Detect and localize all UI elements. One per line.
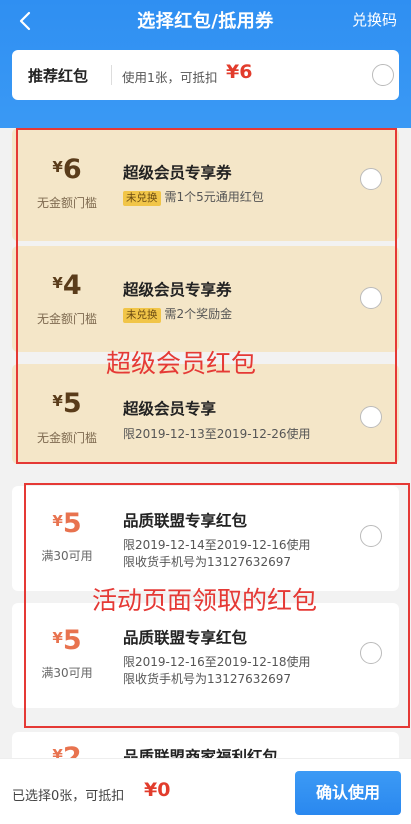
- coupon-radio[interactable]: [360, 642, 382, 664]
- coupon-detail: 未兑换 需2个奖励金: [123, 305, 232, 323]
- confirm-button[interactable]: 确认使用: [295, 771, 401, 815]
- coupon-condition: 无金额门槛: [36, 431, 97, 445]
- coupon-name: 品质联盟商家福利红包: [123, 748, 279, 758]
- vip-annotation-label: 超级会员红包: [106, 349, 257, 378]
- coupon-amount: 2: [62, 742, 82, 758]
- currency-symbol: ¥: [52, 158, 63, 176]
- coupon-condition: 无金额门槛: [36, 312, 97, 326]
- currency-symbol: ¥: [52, 746, 63, 758]
- coupon-card[interactable]: ¥6 无金额门槛 超级会员专享券 未兑换 需1个5元通用红包: [12, 128, 399, 241]
- coupon-requirement: 需2个奖励金: [164, 307, 233, 321]
- coupon-value: ¥2: [12, 742, 122, 758]
- coupon-validity: 限2019-12-16至2019-12-18使用: [123, 655, 311, 669]
- coupon-requirement: 需1个5元通用红包: [164, 190, 264, 204]
- recommended-label: 推荐红包: [28, 67, 89, 85]
- coupon-name: 品质联盟专享红包: [123, 629, 248, 647]
- status-badge: 未兑换: [123, 191, 161, 206]
- coupon-card[interactable]: ¥4 无金额门槛 超级会员专享券 未兑换 需2个奖励金: [12, 246, 399, 352]
- footer-bar: 已选择0张，可抵扣 ¥0 确认使用: [0, 758, 411, 824]
- coupon-amount: 6: [62, 154, 82, 185]
- coupon-amount: 4: [62, 270, 82, 301]
- coupon-validity: 限2019-12-14至2019-12-16使用: [123, 538, 311, 552]
- coupon-value: ¥5: [12, 388, 122, 419]
- coupon-card[interactable]: ¥5 满30可用 品质联盟专享红包 限2019-12-14至2019-12-16…: [12, 486, 399, 591]
- currency-symbol: ¥: [52, 274, 63, 292]
- status-badge: 未兑换: [123, 308, 161, 323]
- coupon-condition: 满30可用: [41, 549, 93, 563]
- redeem-code-button[interactable]: 兑换码: [352, 9, 397, 30]
- selected-amount: ¥0: [144, 779, 171, 801]
- recommended-desc: 使用1张，可抵扣: [122, 70, 218, 85]
- coupon-radio[interactable]: [360, 168, 382, 190]
- coupon-amount: 5: [62, 625, 82, 656]
- coupon-phone-limit: 限收货手机号为13127632697: [123, 672, 291, 686]
- coupon-radio[interactable]: [360, 525, 382, 547]
- coupon-value: ¥5: [12, 508, 122, 539]
- coupon-phone-limit: 限收货手机号为13127632697: [123, 555, 291, 569]
- coupon-condition: 无金额门槛: [36, 196, 97, 210]
- divider: [111, 65, 112, 85]
- selected-summary: 已选择0张，可抵扣: [12, 789, 125, 804]
- activity-annotation-label: 活动页面领取的红包: [92, 586, 318, 615]
- coupon-value: ¥6: [12, 154, 122, 185]
- coupon-detail: 未兑换 需1个5元通用红包: [123, 188, 264, 206]
- coupon-radio[interactable]: [360, 287, 382, 309]
- coupon-name: 超级会员专享券: [123, 164, 232, 182]
- coupon-condition: 满30可用: [41, 666, 93, 680]
- coupon-list[interactable]: ¥6 无金额门槛 超级会员专享券 未兑换 需1个5元通用红包 ¥4 无金额门槛 超…: [0, 128, 411, 758]
- currency-symbol: ¥: [52, 512, 63, 530]
- coupon-amount: 5: [62, 508, 82, 539]
- header-bar: 选择红包/抵用券 兑换码 推荐红包 使用1张，可抵扣 ¥6: [0, 0, 411, 128]
- coupon-card[interactable]: ¥2 品质联盟商家福利红包: [12, 732, 399, 758]
- coupon-name: 超级会员专享券: [123, 281, 232, 299]
- coupon-card[interactable]: ¥5 满30可用 品质联盟专享红包 限2019-12-16至2019-12-18…: [12, 603, 399, 708]
- recommended-amount: ¥6: [226, 61, 253, 83]
- currency-symbol: ¥: [52, 629, 63, 647]
- page-title: 选择红包/抵用券: [137, 11, 274, 32]
- recommended-bar[interactable]: 推荐红包 使用1张，可抵扣 ¥6: [12, 50, 399, 100]
- coupon-name: 超级会员专享: [123, 400, 217, 418]
- coupon-name: 品质联盟专享红包: [123, 512, 248, 530]
- coupon-amount: 5: [62, 388, 82, 419]
- currency-symbol: ¥: [52, 392, 63, 410]
- recommended-radio[interactable]: [372, 64, 394, 86]
- coupon-detail: 限2019-12-13至2019-12-26使用: [123, 427, 311, 441]
- coupon-value: ¥5: [12, 625, 122, 656]
- coupon-value: ¥4: [12, 270, 122, 301]
- coupon-radio[interactable]: [360, 406, 382, 428]
